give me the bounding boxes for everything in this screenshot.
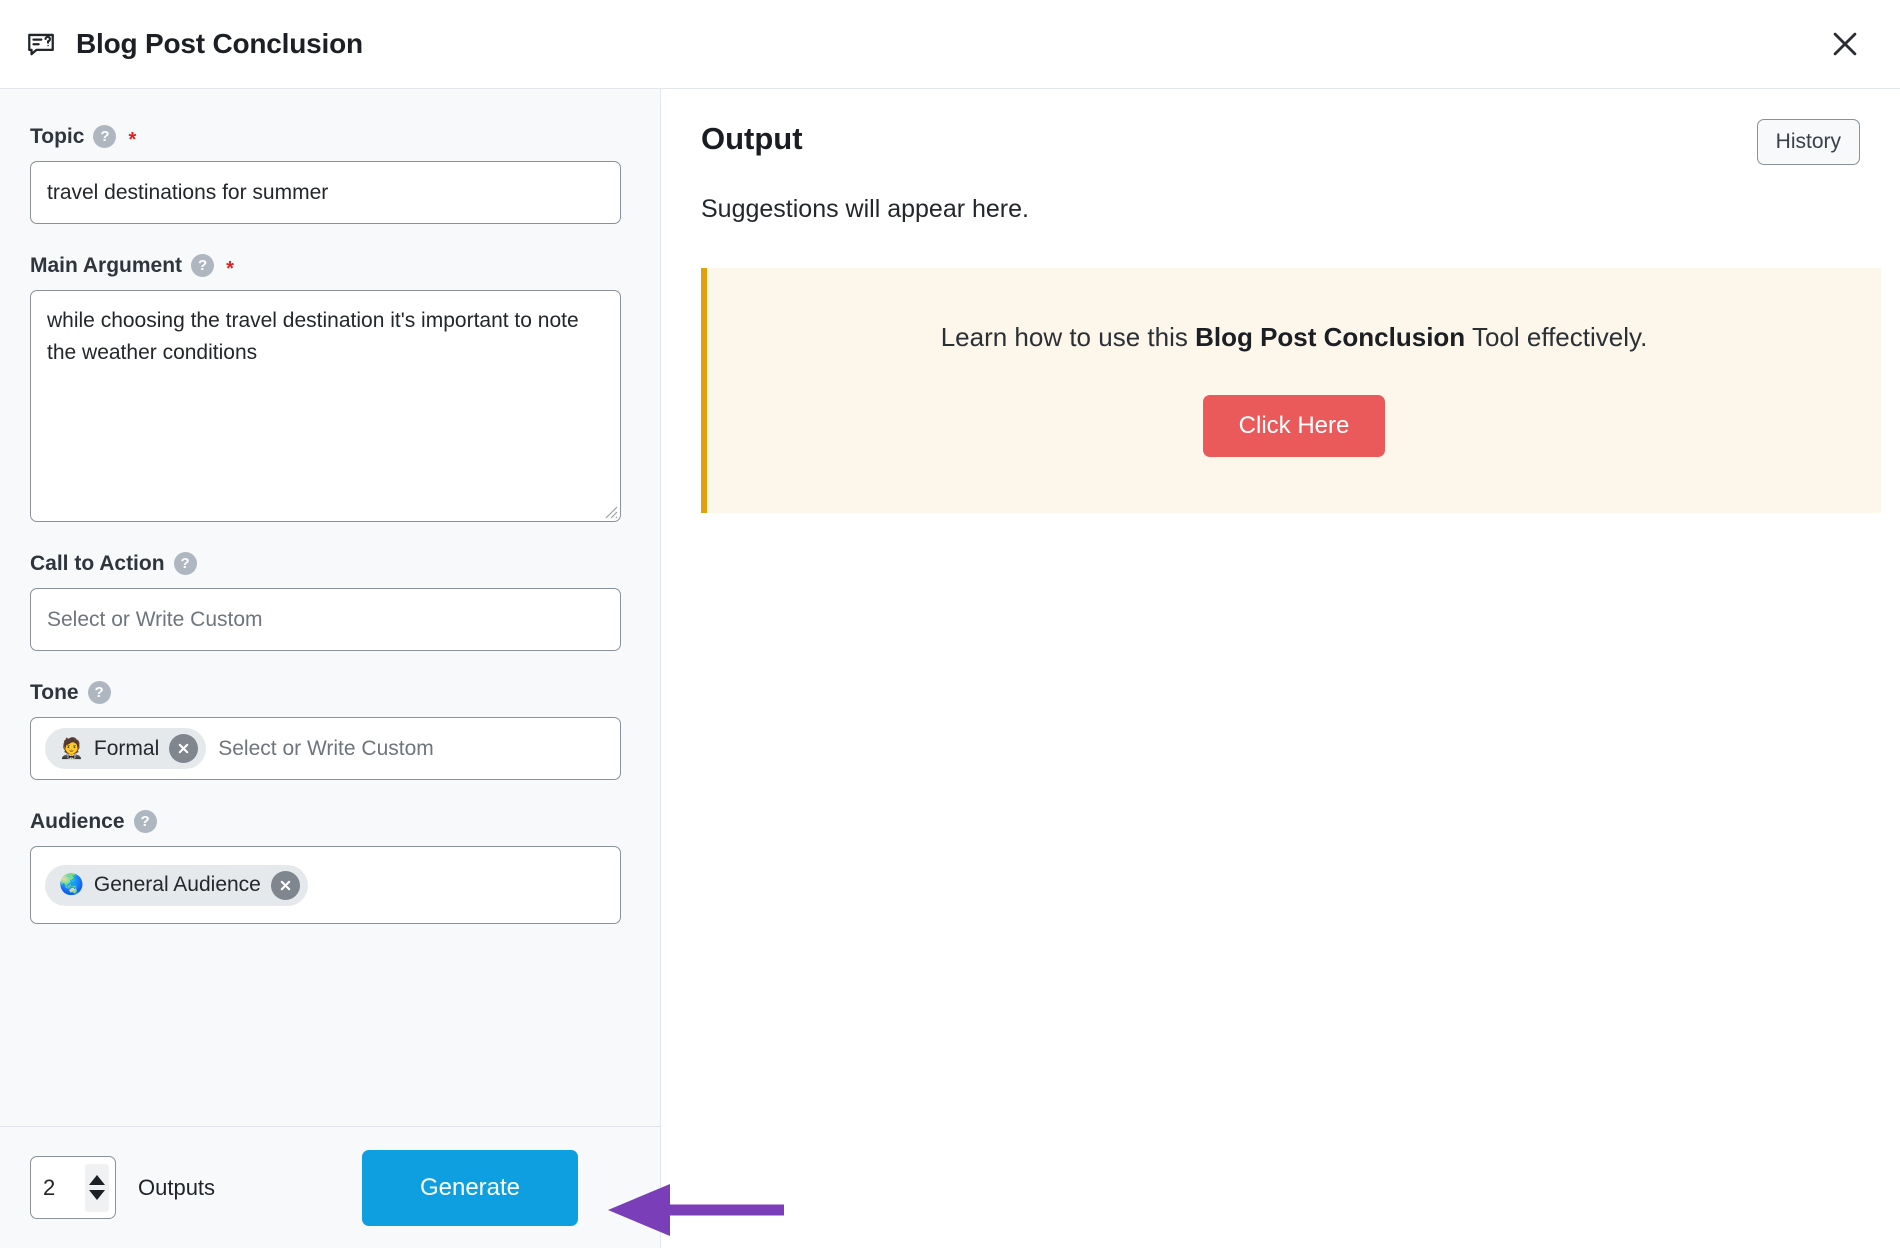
field-audience-label: Audience ? (30, 810, 630, 833)
tone-placeholder: Select or Write Custom (218, 736, 434, 760)
tone-chip-formal: 🤵 Formal (45, 728, 207, 769)
output-header: Output History (701, 119, 1860, 166)
form-scroll-area[interactable]: Topic ? * Main Argument ? * (0, 89, 660, 1126)
outputs-count-value: 2 (43, 1174, 56, 1200)
field-tone: Tone ? 🤵 Formal Select or Write Custom (30, 681, 630, 780)
page-title: Blog Post Conclusion (76, 28, 363, 59)
output-title: Output (701, 121, 803, 156)
field-audience-label-text: Audience (30, 810, 125, 833)
question-mark-icon[interactable]: ? (191, 254, 215, 277)
output-empty-message: Suggestions will appear here. (701, 195, 1029, 224)
field-main-argument-label: Main Argument ? * (30, 254, 630, 280)
field-call-to-action-label: Call to Action ? (30, 552, 630, 575)
call-to-action-input[interactable] (30, 588, 621, 651)
field-topic-label-text: Topic (30, 125, 85, 148)
remove-chip-icon[interactable] (169, 734, 199, 763)
output-panel: Output History Suggestions will appear h… (661, 89, 1900, 1248)
required-asterisk: * (128, 128, 137, 151)
close-icon[interactable] (1822, 21, 1868, 67)
formal-emoji-icon: 🤵 (59, 737, 84, 760)
audience-chip-general: 🌏 General Audience (45, 864, 308, 906)
modal-header-left: Blog Post Conclusion (24, 27, 363, 61)
callout-tool-name: Blog Post Conclusion (1195, 321, 1466, 352)
question-mark-icon[interactable]: ? (173, 552, 197, 575)
click-here-button[interactable]: Click Here (1202, 394, 1386, 457)
remove-chip-icon[interactable] (270, 870, 300, 900)
callout-text-after: Tool effectively. (1465, 321, 1648, 352)
outputs-quantity-stepper[interactable]: 2 (30, 1156, 116, 1219)
main-argument-textarea[interactable] (30, 290, 621, 522)
field-tone-label: Tone ? (30, 681, 630, 704)
audience-token-input[interactable]: 🌏 General Audience (30, 846, 621, 924)
question-mark-icon[interactable]: ? (133, 810, 157, 833)
required-asterisk: * (226, 257, 234, 280)
speech-bubble-question-icon (24, 27, 58, 61)
outputs-label: Outputs (138, 1174, 216, 1200)
form-panel: Topic ? * Main Argument ? * (0, 89, 661, 1248)
stepper-arrows[interactable] (85, 1163, 109, 1212)
chevron-down-icon[interactable] (89, 1190, 105, 1200)
form-footer-bar: 2 Outputs Generate (0, 1126, 660, 1248)
tone-token-input[interactable]: 🤵 Formal Select or Write Custom (30, 717, 621, 780)
field-topic: Topic ? * (30, 125, 630, 224)
audience-chip-label: General Audience (93, 873, 261, 896)
field-topic-label: Topic ? * (30, 125, 630, 151)
modal-body: Topic ? * Main Argument ? * (0, 89, 1900, 1248)
field-call-to-action: Call to Action ? (30, 552, 630, 651)
question-mark-icon[interactable]: ? (93, 125, 117, 148)
tone-chip-label: Formal (93, 736, 160, 760)
learn-more-callout: Learn how to use this Blog Post Conclusi… (701, 267, 1881, 513)
field-main-argument-label-text: Main Argument (30, 254, 183, 277)
field-tone-label-text: Tone (30, 681, 79, 704)
history-button[interactable]: History (1756, 119, 1860, 166)
tool-modal: Blog Post Conclusion Topic ? * travel de… (0, 0, 1900, 1248)
field-audience: Audience ? 🌏 General Audience (30, 810, 630, 924)
field-main-argument: Main Argument ? * (30, 254, 630, 522)
topic-input[interactable] (30, 161, 621, 224)
chevron-up-icon[interactable] (89, 1175, 105, 1185)
modal-header: Blog Post Conclusion (0, 0, 1900, 89)
callout-message: Learn how to use this Blog Post Conclusi… (737, 320, 1851, 355)
main-argument-textarea-wrapper (30, 290, 621, 522)
question-mark-icon[interactable]: ? (87, 681, 111, 704)
generate-button[interactable]: Generate (362, 1149, 578, 1226)
field-call-to-action-label-text: Call to Action (30, 552, 165, 575)
callout-text-before: Learn how to use this (940, 321, 1196, 352)
globe-emoji-icon: 🌏 (59, 874, 84, 896)
